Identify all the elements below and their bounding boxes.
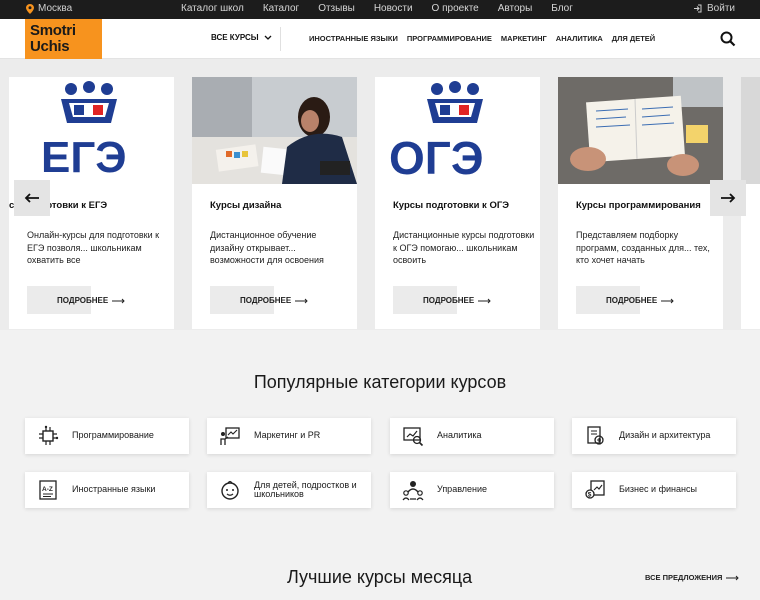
best-courses-title: Лучшие курсы месяца bbox=[287, 567, 473, 587]
top-nav-school-catalog[interactable]: Каталог школ bbox=[181, 3, 244, 14]
category-nav: ИНОСТРАННЫЕ ЯЗЫКИ ПРОГРАММИРОВАНИЕ МАРКЕ… bbox=[309, 34, 655, 43]
arrow-right-icon bbox=[295, 298, 308, 303]
management-icon bbox=[402, 481, 424, 501]
category-label: Управление bbox=[437, 484, 488, 495]
logo-line-2: Uchis bbox=[30, 38, 70, 55]
ege-logo-icon: ЕГЭ bbox=[41, 81, 127, 182]
nav-marketing[interactable]: МАРКЕТИНГ bbox=[501, 34, 547, 43]
svg-text:$: $ bbox=[588, 492, 592, 499]
more-button[interactable]: ПОДРОБНЕЕ bbox=[606, 296, 675, 305]
card-image-peek bbox=[741, 77, 760, 184]
top-nav-news[interactable]: Новости bbox=[374, 3, 413, 14]
top-nav-reviews[interactable]: Отзывы bbox=[318, 3, 355, 14]
card-image-design bbox=[192, 77, 357, 184]
nav-foreign-languages[interactable]: ИНОСТРАННЫЕ ЯЗЫКИ bbox=[309, 34, 398, 43]
city-label: Москва bbox=[38, 3, 73, 14]
top-bar: Москва Каталог школ Каталог Отзывы Новос… bbox=[0, 0, 760, 19]
city-selector[interactable]: Москва bbox=[26, 3, 72, 14]
card-title: Курсы программирования bbox=[576, 200, 701, 211]
category-programming[interactable]: Программирование bbox=[25, 418, 189, 454]
category-design[interactable]: Дизайн и архитектура bbox=[572, 418, 736, 454]
search-icon[interactable] bbox=[720, 31, 736, 47]
top-nav: Каталог школ Каталог Отзывы Новости О пр… bbox=[181, 3, 573, 14]
category-label: Программирование bbox=[72, 430, 154, 441]
category-label: Маркетинг и PR bbox=[254, 430, 321, 441]
categories-title: Популярные категории курсов bbox=[253, 372, 507, 392]
nav-programming[interactable]: ПРОГРАММИРОВАНИЕ bbox=[407, 34, 492, 43]
category-analytics[interactable]: Аналитика bbox=[390, 418, 554, 454]
course-carousel: ЕГЭ сы подготовки к ЕГЭ Онлайн-курсы для… bbox=[0, 59, 760, 330]
all-courses-label: ВСЕ КУРСЫ bbox=[211, 33, 259, 42]
category-label: Бизнес и финансы bbox=[619, 484, 697, 495]
analytics-icon bbox=[403, 427, 424, 447]
more-button[interactable]: ПОДРОБНЕЕ bbox=[423, 296, 492, 305]
arrow-right-icon bbox=[478, 298, 491, 303]
card-description: Онлайн-курсы для подготовки к ЕГЭ позвол… bbox=[27, 230, 160, 265]
all-courses-dropdown[interactable]: ВСЕ КУРСЫ bbox=[211, 33, 272, 42]
nav-analytics[interactable]: АНАЛИТИКА bbox=[556, 34, 603, 43]
card-description: Дистанционные курсы подготовки к ОГЭ пом… bbox=[393, 230, 535, 265]
circuit-icon bbox=[39, 425, 59, 445]
arrow-right-icon bbox=[661, 298, 674, 303]
course-card-programming[interactable]: Курсы программирования Представляем подб… bbox=[558, 77, 723, 329]
more-button-label: ПОДРОБНЕЕ bbox=[606, 296, 658, 305]
card-image-oge: ОГЭ bbox=[375, 77, 540, 184]
card-title: Курсы подготовки к ОГЭ bbox=[393, 200, 509, 211]
carousel-prev-button[interactable] bbox=[14, 180, 50, 216]
carousel-next-button[interactable] bbox=[710, 180, 746, 216]
top-nav-catalog[interactable]: Каталог bbox=[263, 3, 299, 14]
more-button-label: ПОДРОБНЕЕ bbox=[240, 296, 292, 305]
oge-logo-text: ОГЭ bbox=[389, 132, 484, 184]
top-nav-about[interactable]: О проекте bbox=[432, 3, 479, 14]
language-icon: A-Z bbox=[39, 480, 57, 500]
more-button-label: ПОДРОБНЕЕ bbox=[423, 296, 475, 305]
all-offers-link[interactable]: ВСЕ ПРЕДЛОЖЕНИЯ bbox=[645, 573, 740, 582]
category-label: Аналитика bbox=[437, 430, 482, 441]
category-label: Иностранные языки bbox=[72, 484, 156, 495]
design-icon bbox=[587, 426, 604, 445]
course-card-oge[interactable]: ОГЭ Курсы подготовки к ОГЭ Дистанционные… bbox=[375, 77, 540, 329]
chevron-down-icon bbox=[264, 35, 272, 40]
finance-icon: $ bbox=[585, 480, 605, 499]
nav-for-kids[interactable]: ДЛЯ ДЕТЕЙ bbox=[612, 34, 655, 43]
course-card-design[interactable]: Курсы дизайна Дистанционное обучение диз… bbox=[192, 77, 357, 329]
ege-logo-text: ЕГЭ bbox=[41, 133, 127, 182]
more-button[interactable]: ПОДРОБНЕЕ bbox=[57, 296, 126, 305]
location-pin-icon bbox=[26, 3, 34, 14]
category-finance[interactable]: $ Бизнес и финансы bbox=[572, 472, 736, 508]
svg-text:A-Z: A-Z bbox=[42, 486, 53, 493]
card-description: Дистанционное обучение дизайну открывает… bbox=[210, 230, 324, 265]
arrow-right-icon bbox=[721, 193, 736, 203]
category-marketing[interactable]: Маркетинг и PR bbox=[207, 418, 371, 454]
all-offers-label: ВСЕ ПРЕДЛОЖЕНИЯ bbox=[645, 573, 723, 582]
arrow-right-icon bbox=[726, 575, 740, 580]
login-link[interactable]: Войти bbox=[693, 3, 735, 14]
top-nav-blog[interactable]: Блог bbox=[551, 3, 573, 14]
arrow-left-icon bbox=[24, 193, 39, 203]
login-icon bbox=[694, 4, 702, 13]
oge-logo-icon: ОГЭ bbox=[389, 81, 484, 184]
design-photo-icon bbox=[192, 77, 357, 184]
card-description: Представляем подборку программ, созданны… bbox=[576, 230, 710, 265]
more-button[interactable]: ПОДРОБНЕЕ bbox=[240, 296, 309, 305]
more-button-label: ПОДРОБНЕЕ bbox=[57, 296, 109, 305]
category-label: Для детей, подростков и школьников bbox=[254, 479, 357, 499]
card-image-ege: ЕГЭ bbox=[9, 77, 174, 184]
card-image-programming bbox=[558, 77, 723, 184]
category-kids[interactable]: Для детей, подростков и школьников bbox=[207, 472, 371, 508]
presentation-icon bbox=[220, 427, 240, 445]
arrow-right-icon bbox=[112, 298, 125, 303]
main-header: Smotri Uchis ВСЕ КУРСЫ ИНОСТРАННЫЕ ЯЗЫКИ… bbox=[0, 19, 760, 59]
programming-photo-icon bbox=[558, 77, 723, 184]
category-label: Дизайн и архитектура bbox=[619, 430, 711, 441]
site-logo[interactable]: Smotri Uchis bbox=[25, 19, 102, 59]
category-languages[interactable]: A-Z Иностранные языки bbox=[25, 472, 189, 508]
top-nav-authors[interactable]: Авторы bbox=[498, 3, 533, 14]
category-management[interactable]: Управление bbox=[390, 472, 554, 508]
child-icon bbox=[221, 480, 239, 500]
card-title: Курсы дизайна bbox=[210, 200, 282, 211]
login-label: Войти bbox=[707, 3, 735, 14]
header-divider bbox=[280, 27, 281, 51]
logo-line-1: Smotri bbox=[30, 22, 76, 39]
